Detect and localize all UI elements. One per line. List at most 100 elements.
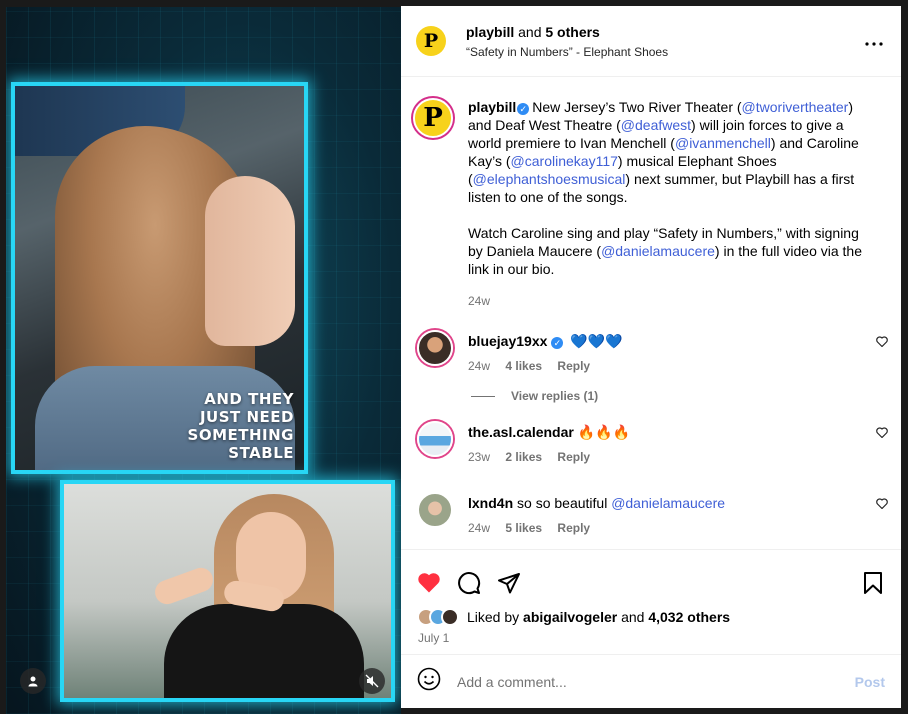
post-actions: Liked by abigailvogeler and 4,032 others…: [401, 549, 901, 654]
caption-username[interactable]: playbill: [468, 99, 516, 115]
comment-body: the.asl.calendar 🔥🔥🔥 23w 2 likes Reply: [468, 417, 630, 466]
comment-likes[interactable]: 2 likes: [505, 450, 542, 464]
action-bar: [401, 550, 901, 600]
comment-body: lxnd4n so so beautiful @danielamaucere 2…: [468, 488, 725, 537]
comment-text: 🔥🔥🔥: [577, 424, 631, 440]
header-username[interactable]: playbill: [466, 24, 514, 40]
comment-meta: 24w 4 likes Reply: [468, 357, 623, 375]
comment-line: lxnd4n so so beautiful @danielamaucere: [468, 494, 725, 512]
post-date[interactable]: July 1: [401, 626, 901, 645]
caption-line: AND THEY: [204, 390, 294, 408]
mention-link[interactable]: @tworivertheater: [742, 99, 849, 115]
mention-link[interactable]: @danielamaucere: [601, 243, 715, 259]
verified-icon: ✓: [551, 337, 564, 349]
avatar[interactable]: [417, 421, 453, 457]
list-item: bluejay19xx ✓ 💙💙💙 24w 4 likes Reply: [401, 326, 901, 375]
comment-reply-button[interactable]: Reply: [557, 359, 590, 373]
comment-mention[interactable]: @danielamaucere: [611, 495, 725, 511]
caption-text: New Jersey’s Two River Theater (: [532, 99, 742, 115]
video-caption: AND THEY JUST NEED SOMETHING STABLE: [188, 390, 294, 462]
verified-icon: ✓: [517, 103, 530, 115]
tagged-users-icon[interactable]: [20, 668, 46, 694]
caption-line: JUST NEED: [199, 408, 294, 426]
caption-line: STABLE: [228, 444, 294, 462]
comment-reply-button[interactable]: Reply: [557, 450, 590, 464]
liked-by-user[interactable]: abigailvogeler: [523, 609, 617, 625]
likes-text: Liked by abigailvogeler and 4,032 others: [467, 609, 730, 625]
comment-text: 💙💙💙: [570, 333, 623, 349]
view-replies-label[interactable]: View replies (1): [511, 389, 598, 403]
video-frame-signer: [60, 480, 395, 702]
comment-likes[interactable]: 5 likes: [505, 521, 542, 535]
comment-input[interactable]: Add a comment...: [457, 674, 855, 690]
caption-text: New Jersey’s Two River Theater (@tworive…: [468, 99, 859, 205]
liked-by-prefix: Liked by: [467, 609, 520, 625]
caption-paragraph: Watch Caroline sing and play “Safety in …: [468, 224, 873, 278]
caption-paragraph: playbill ✓ New Jersey’s Two River Theater …: [468, 98, 873, 206]
signer-hand: [151, 564, 217, 608]
header-audio[interactable]: “Safety in Numbers” - Elephant Shoes: [466, 45, 668, 59]
post-header: P playbill and 5 others “Safety in Numbe…: [401, 6, 901, 77]
avatar-letter: P: [423, 30, 439, 52]
comment-username[interactable]: the.asl.calendar: [468, 424, 574, 440]
more-options-button[interactable]: [865, 30, 883, 51]
comment-time[interactable]: 24w: [468, 359, 490, 373]
add-comment-bar: Add a comment... Post: [401, 654, 901, 708]
header-text: playbill and 5 others “Safety in Numbers…: [466, 24, 668, 59]
caption-meta: 24w: [468, 292, 873, 310]
post-comment-button[interactable]: Post: [855, 674, 885, 690]
comment-like-icon[interactable]: [876, 498, 888, 512]
comment-reply-button[interactable]: Reply: [557, 521, 590, 535]
comment-username[interactable]: bluejay19xx: [468, 333, 547, 349]
caption-line: SOMETHING: [187, 426, 294, 444]
comment-time[interactable]: 23w: [468, 450, 490, 464]
comment-body: bluejay19xx ✓ 💙💙💙 24w 4 likes Reply: [468, 326, 623, 375]
likes-summary: Liked by abigailvogeler and 4,032 others: [401, 600, 901, 626]
signer-body: [164, 604, 364, 698]
comment-meta: 24w 5 likes Reply: [468, 519, 725, 537]
post-panel: P playbill and 5 others “Safety in Numbe…: [401, 6, 901, 708]
avatar[interactable]: [441, 608, 459, 626]
liked-by-and: and: [621, 609, 645, 625]
list-item: lxnd4n so so beautiful @danielamaucere 2…: [401, 488, 901, 537]
post-media[interactable]: AND THEY JUST NEED SOMETHING STABLE: [6, 7, 401, 714]
bookmark-icon[interactable]: [861, 571, 885, 595]
more-icon: [865, 42, 883, 46]
comment-line: bluejay19xx ✓ 💙💙💙: [468, 332, 623, 350]
view-replies-dash: [471, 395, 495, 397]
list-item: the.asl.calendar 🔥🔥🔥 23w 2 likes Reply: [401, 417, 901, 466]
share-icon[interactable]: [497, 571, 521, 595]
video-face: [205, 176, 295, 346]
mention-link[interactable]: @elephantshoesmusical: [473, 171, 626, 187]
caption-body: playbill ✓ New Jersey’s Two River Theater …: [468, 98, 873, 310]
header-others[interactable]: 5 others: [545, 24, 599, 40]
mention-link[interactable]: @deafwest: [621, 117, 691, 133]
comment-username[interactable]: lxnd4n: [468, 495, 513, 511]
header-users: playbill and 5 others: [466, 24, 668, 40]
avatar-letter: P: [423, 103, 443, 133]
post-caption: P playbill ✓ New Jersey’s Two River Theate…: [401, 78, 901, 310]
avatar[interactable]: P: [416, 26, 446, 56]
comment-text: so so beautiful: [517, 495, 612, 511]
header-and: and: [518, 23, 542, 40]
comment-likes[interactable]: 4 likes: [505, 359, 542, 373]
mute-icon[interactable]: [359, 668, 385, 694]
mention-link[interactable]: @ivanmenchell: [675, 135, 771, 151]
emoji-icon[interactable]: [417, 667, 441, 696]
comment-time[interactable]: 24w: [468, 521, 490, 535]
avatar[interactable]: [417, 330, 453, 366]
avatar[interactable]: [417, 492, 453, 528]
view-replies-button[interactable]: View replies (1): [401, 375, 901, 417]
like-heart-icon[interactable]: [417, 571, 441, 595]
comment-like-icon[interactable]: [876, 336, 888, 350]
comments-list[interactable]: P playbill ✓ New Jersey’s Two River Theate…: [401, 78, 901, 548]
comment-meta: 23w 2 likes Reply: [468, 448, 630, 466]
avatar[interactable]: P: [413, 98, 453, 138]
caption-time[interactable]: 24w: [468, 294, 490, 308]
liked-by-others[interactable]: 4,032 others: [648, 609, 730, 625]
comment-icon[interactable]: [457, 571, 481, 595]
comment-like-icon[interactable]: [876, 427, 888, 441]
mention-link[interactable]: @carolinekay117: [511, 153, 618, 169]
video-frame-singer: AND THEY JUST NEED SOMETHING STABLE: [11, 82, 308, 474]
